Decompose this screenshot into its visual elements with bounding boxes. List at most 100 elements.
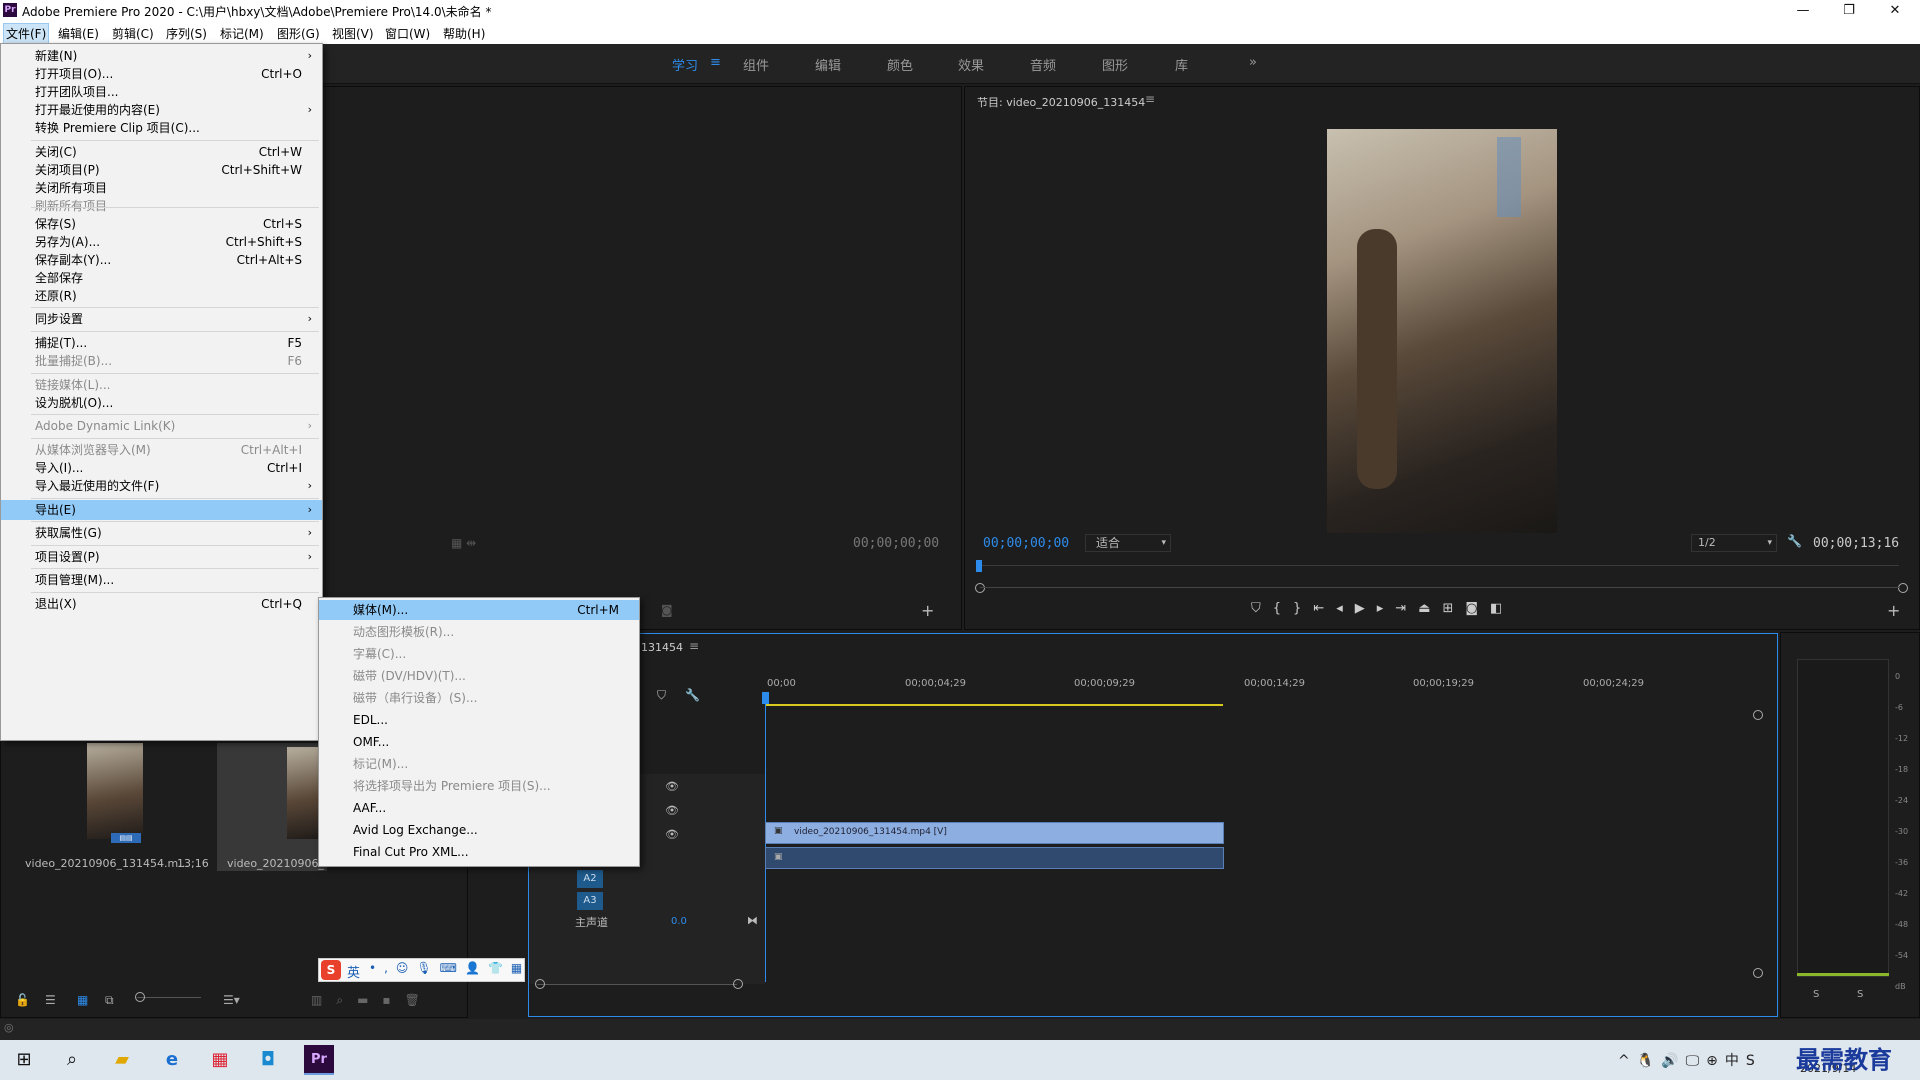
sogou-logo-icon[interactable]: S (321, 960, 341, 980)
microphone-icon[interactable]: 🎙 (416, 961, 439, 975)
timeline-playhead[interactable] (762, 692, 769, 704)
punctuation-icon[interactable]: •, (369, 961, 396, 975)
add-marker-icon[interactable]: ⛉ (1251, 601, 1273, 616)
list-view-icon[interactable]: ☰ (45, 993, 56, 1007)
skin-icon[interactable]: 👕 (488, 961, 511, 975)
qq-icon[interactable]: 🐧 (1637, 1053, 1661, 1069)
compare-icon[interactable]: ◧ (1490, 601, 1514, 616)
lift-icon[interactable]: ⏏ (1418, 601, 1442, 616)
audio-clip[interactable]: ▣ (765, 847, 1224, 869)
menu-help[interactable]: 帮助(H) (443, 25, 485, 42)
program-playhead[interactable] (976, 560, 982, 572)
file-menu-item[interactable]: 打开最近使用的内容(E) › (1, 100, 322, 120)
icon-view-icon[interactable]: ▦ (77, 993, 88, 1007)
workspace-menu-icon[interactable]: ≡ (710, 55, 721, 70)
track-eye-icon[interactable]: 👁 (665, 804, 679, 817)
close-button[interactable]: ✕ (1872, 0, 1918, 22)
zoom-slider-handle[interactable] (135, 992, 145, 1002)
export-menu-item[interactable]: Avid Log Exchange... (319, 820, 639, 840)
keyboard-icon[interactable]: ⌨ (440, 961, 465, 975)
step-back-icon[interactable]: ◂ (1336, 601, 1355, 616)
file-menu-item[interactable]: 另存为(A)... Ctrl+Shift+S (1, 232, 322, 252)
file-menu-item[interactable]: 项目设置(P) › (1, 547, 322, 567)
master-track-value[interactable]: 0.0 (671, 916, 687, 927)
play-icon[interactable]: ▶ (1355, 601, 1377, 616)
search-icon[interactable]: ⌕ (60, 1048, 84, 1072)
export-menu-item[interactable]: 媒体(M)... Ctrl+M (319, 600, 639, 620)
minimize-button[interactable]: — (1780, 0, 1826, 22)
menu-marker[interactable]: 标记(M) (220, 25, 264, 42)
source-camera-icon[interactable]: ◙ (661, 603, 673, 617)
program-fit-dropdown[interactable]: 适合 ▾ (1085, 534, 1171, 552)
file-menu-item[interactable]: 设为脱机(O)... (1, 393, 322, 413)
export-frame-icon[interactable]: ◙ (1465, 601, 1490, 616)
file-menu-item[interactable]: 导出(E) › (1, 500, 322, 520)
source-add-button-icon[interactable]: + (921, 601, 934, 620)
menu-clip[interactable]: 剪辑(C) (112, 25, 154, 42)
export-menu-item[interactable]: OMF... (319, 732, 639, 752)
file-menu-item[interactable]: 新建(N) › (1, 46, 322, 66)
file-menu-item[interactable]: 获取属性(G) › (1, 523, 322, 543)
program-zoom-end-handle[interactable] (1898, 583, 1908, 593)
program-resolution-dropdown[interactable]: 1/2 ▾ (1691, 534, 1777, 552)
add-marker-timeline-icon[interactable]: ⛉ (657, 688, 666, 703)
go-to-in-icon[interactable]: ⇤ (1313, 601, 1336, 616)
user-icon[interactable]: 👤 (465, 961, 488, 975)
menu-graphics[interactable]: 图形(G) (277, 25, 320, 42)
menu-edit[interactable]: 编辑(E) (58, 25, 99, 42)
trash-icon[interactable]: 🗑 (405, 993, 434, 1007)
app-icon[interactable]: ◘ (256, 1048, 280, 1072)
master-track-collapse-icon[interactable]: ⧓ (747, 914, 758, 927)
file-menu-item[interactable]: 全部保存 (1, 268, 322, 288)
security-icon[interactable]: ⊕ (1706, 1053, 1725, 1069)
premiere-taskbar-icon[interactable]: Pr (304, 1045, 334, 1075)
extract-icon[interactable]: ⊞ (1443, 601, 1466, 616)
timeline-tab[interactable]: 131454 (641, 641, 683, 654)
lock-icon[interactable]: 🔓 (15, 993, 30, 1007)
file-menu-item[interactable]: 还原(R) (1, 286, 322, 306)
go-to-out-icon[interactable]: ⇥ (1395, 601, 1418, 616)
find-icon[interactable]: ⌕ (336, 993, 357, 1007)
export-menu-item[interactable]: Final Cut Pro XML... (319, 842, 639, 862)
video-clip[interactable]: ▣ video_20210906_131454.mp4 [V] (765, 822, 1224, 844)
file-menu-item[interactable]: 退出(X) Ctrl+Q (1, 594, 322, 614)
file-menu-item[interactable]: 同步设置 › (1, 309, 322, 329)
track-eye-icon[interactable]: 👁 (665, 780, 679, 793)
maximize-button[interactable]: ❐ (1826, 0, 1872, 22)
file-menu-item[interactable]: 转换 Premiere Clip 项目(C)... (1, 118, 322, 138)
grid-icon[interactable]: ▦ (511, 961, 530, 975)
workspace-more-icon[interactable]: » (1249, 55, 1257, 70)
timeline-ruler[interactable]: 00;00 00;00;04;29 00;00;09;29 00;00;14;2… (765, 678, 1761, 696)
file-menu-item[interactable]: 导入(I)... Ctrl+I (1, 458, 322, 478)
tray-expand-icon[interactable]: ^ (1618, 1053, 1637, 1069)
automate-icon[interactable]: ▥ (311, 993, 336, 1007)
timeline-zoom-start-handle[interactable] (535, 979, 545, 989)
program-menu-icon[interactable]: ≡ (1145, 92, 1155, 106)
solo-left-button[interactable]: S (1813, 989, 1819, 1000)
workspace-editing[interactable]: 编辑 (815, 55, 841, 74)
workspace-learn[interactable]: 学习 (672, 55, 698, 74)
wrench-icon[interactable]: 🔧 (1787, 534, 1802, 548)
program-add-button-icon[interactable]: + (1887, 601, 1900, 620)
menu-window[interactable]: 窗口(W) (385, 25, 430, 42)
ime-mode[interactable]: 英 (347, 962, 360, 981)
sort-icon[interactable]: ☰▾ (223, 993, 240, 1007)
export-menu-item[interactable]: AAF... (319, 798, 639, 818)
file-menu-item[interactable]: 关闭项目(P) Ctrl+Shift+W (1, 160, 322, 180)
volume-icon[interactable]: 🔊 (1661, 1053, 1685, 1069)
program-scrub-track[interactable] (979, 565, 1899, 566)
workspace-libraries[interactable]: 库 (1175, 55, 1188, 74)
network-icon[interactable]: 🖵 (1686, 1053, 1707, 1069)
ime-tray-icon[interactable]: 中 (1725, 1053, 1746, 1069)
new-bin-icon[interactable]: ▬ (357, 993, 382, 1007)
program-playhead-timecode[interactable]: 00;00;00;00 (983, 536, 1069, 551)
track-eye-icon[interactable]: 👁 (665, 828, 679, 841)
file-menu-item[interactable]: 导入最近使用的文件(F) › (1, 476, 322, 496)
export-menu-item[interactable]: EDL... (319, 710, 639, 730)
file-menu-item[interactable]: 保存(S) Ctrl+S (1, 214, 322, 234)
program-zoom-start-handle[interactable] (975, 583, 985, 593)
store-icon[interactable]: ▦ (208, 1048, 232, 1072)
solo-right-button[interactable]: S (1857, 989, 1863, 1000)
file-menu-item[interactable]: 捕捉(T)... F5 (1, 333, 322, 353)
workspace-graphics[interactable]: 图形 (1102, 55, 1128, 74)
